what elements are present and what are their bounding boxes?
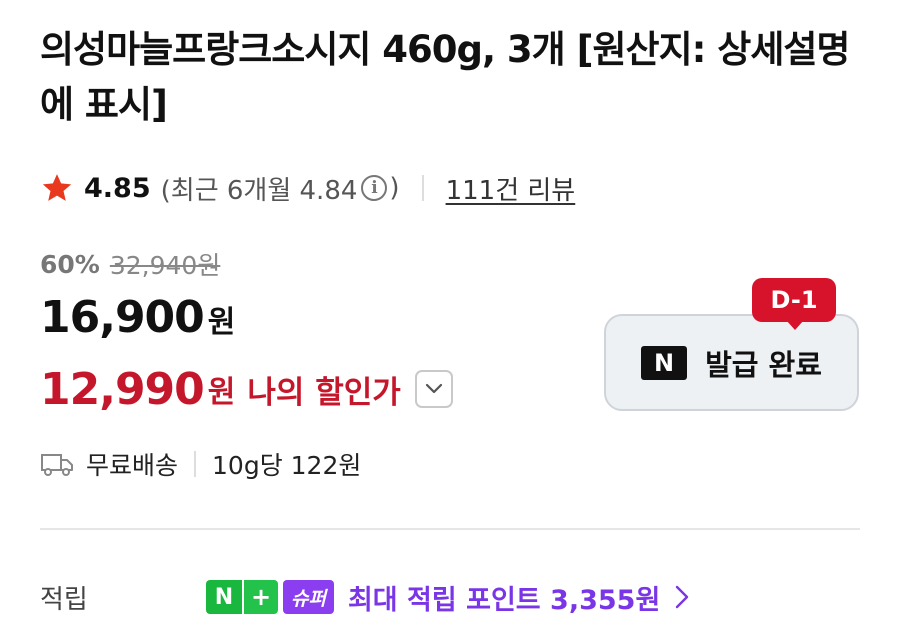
- info-icon[interactable]: i: [361, 175, 388, 201]
- my-price-unit: 원: [207, 375, 236, 410]
- points-row[interactable]: 적립 N + 슈퍼 최대 적립 포인트 3,355원: [40, 576, 860, 618]
- chevron-down-icon: [425, 383, 442, 394]
- super-badge: 슈퍼: [283, 580, 334, 614]
- product-summary: 의성마늘프랑크소시지 460g, 3개 [원산지: 상세설명에 표시] 4.85…: [0, 0, 900, 633]
- sale-price-unit: 원: [207, 305, 236, 340]
- recent-rating-close: ): [389, 173, 400, 203]
- chevron-right-icon: [676, 585, 689, 609]
- my-price-label: 나의 할인가: [247, 374, 401, 411]
- dday-badge: D-1: [752, 278, 836, 322]
- divider: [194, 451, 197, 477]
- naver-n-icon: N: [206, 580, 242, 614]
- product-title: 의성마늘프랑크소시지 460g, 3개 [원산지: 상세설명에 표시]: [40, 28, 850, 126]
- original-price: 32,940원: [109, 251, 221, 280]
- shipping-row: 무료배송 10g당 122원: [40, 444, 361, 484]
- review-link[interactable]: 111건 리뷰: [446, 170, 576, 207]
- my-discount-price: 12,990 원 나의 할인가: [40, 358, 453, 420]
- divider: [421, 175, 424, 201]
- section-divider: [40, 528, 860, 530]
- naver-plus-badge: N +: [206, 580, 278, 614]
- shipping-method: 무료배송: [86, 451, 179, 480]
- naver-icon: N: [641, 345, 688, 380]
- recent-rating: (최근 6개월 4.84 i ): [161, 170, 400, 207]
- star-icon: [42, 174, 72, 201]
- recent-rating-text: (최근 6개월 4.84: [160, 175, 358, 206]
- discount-rate: 60%: [40, 249, 100, 279]
- sale-price-amount: 16,900: [40, 292, 205, 343]
- dday-badge-tail: [786, 320, 804, 330]
- my-price-amount: 12,990: [40, 363, 205, 415]
- rating-row: 4.85 (최근 6개월 4.84 i ) 111건 리뷰: [40, 166, 575, 210]
- unit-price: 10g당 122원: [212, 451, 362, 480]
- coupon-label: 발급 완료: [705, 347, 822, 382]
- rating-score: 4.85: [84, 172, 151, 204]
- sale-price: 16,900 원: [40, 292, 235, 354]
- discount-row: 60% 32,940원: [40, 244, 220, 284]
- points-label: 적립: [40, 584, 88, 615]
- price-detail-toggle[interactable]: [414, 370, 453, 408]
- truck-icon: [41, 454, 73, 476]
- max-points-text: 최대 적립 포인트 3,355원: [347, 584, 661, 616]
- coupon-issued-button[interactable]: N 발급 완료: [604, 314, 859, 411]
- plus-icon: +: [242, 580, 278, 614]
